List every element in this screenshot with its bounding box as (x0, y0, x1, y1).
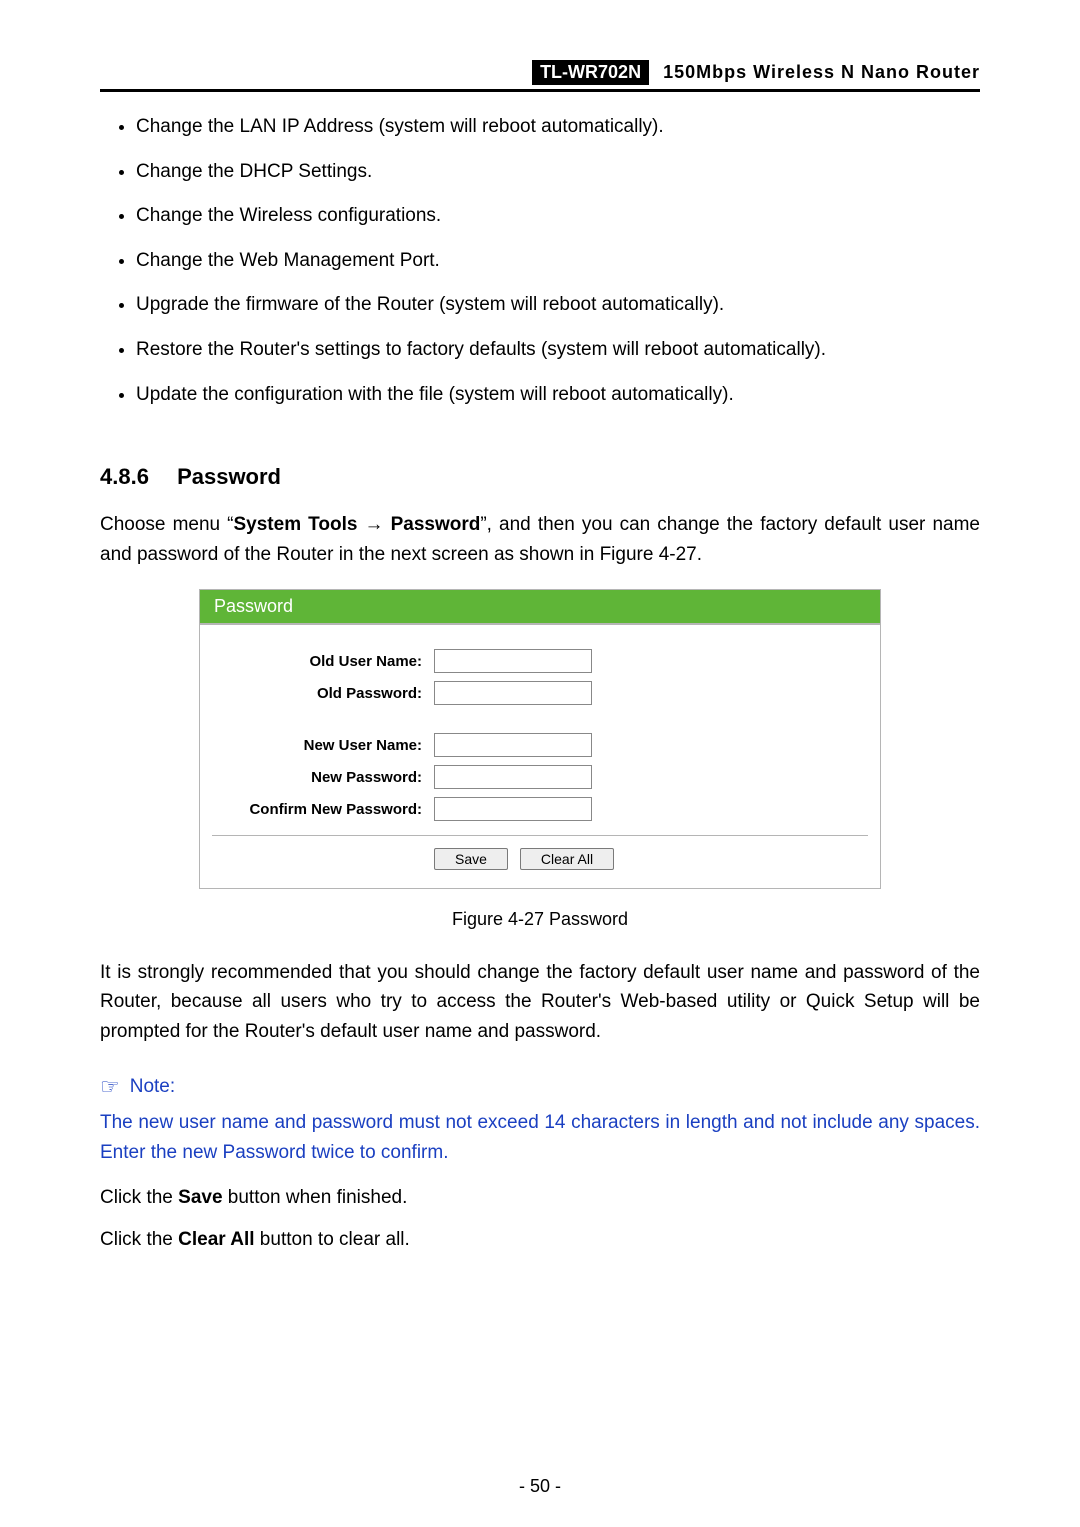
save-instruction: Click the Save button when finished. (100, 1183, 980, 1212)
clear-instruction: Click the Clear All button to clear all. (100, 1225, 980, 1254)
list-item: Update the configuration with the file (… (136, 382, 980, 409)
menu-password: Password (391, 514, 481, 535)
clear-all-word: Clear All (178, 1229, 254, 1250)
recommend-paragraph: It is strongly recommended that you shou… (100, 958, 980, 1046)
clear-all-button[interactable]: Clear All (520, 848, 614, 870)
password-panel: Password Old User Name: Old Password: Ne… (199, 589, 881, 889)
save-word: Save (178, 1187, 222, 1208)
list-item: Change the LAN IP Address (system will r… (136, 114, 980, 141)
list-item: Restore the Router's settings to factory… (136, 337, 980, 364)
note-heading: ☞ Note: (100, 1074, 980, 1100)
header-model: TL-WR702N (532, 60, 649, 85)
note-label: Note: (130, 1076, 175, 1098)
section-heading: 4.8.6 Password (100, 464, 980, 490)
list-item: Upgrade the firmware of the Router (syst… (136, 292, 980, 319)
note-body: The new user name and password must not … (100, 1108, 980, 1167)
arrow-icon: → (357, 514, 390, 535)
list-item: Change the DHCP Settings. (136, 159, 980, 186)
old-user-name-input[interactable] (434, 649, 592, 673)
page-header: TL-WR702N 150Mbps Wireless N Nano Router (100, 60, 980, 92)
list-item: Change the Web Management Port. (136, 248, 980, 275)
text-fragment: button to clear all. (255, 1229, 410, 1250)
section-number: 4.8.6 (100, 464, 149, 490)
label-old-user: Old User Name: (212, 653, 434, 670)
new-password-input[interactable] (434, 765, 592, 789)
figure-caption: Figure 4-27 Password (100, 909, 980, 930)
label-new-password: New Password: (212, 769, 434, 786)
confirm-password-input[interactable] (434, 797, 592, 821)
label-old-password: Old Password: (212, 685, 434, 702)
change-list: Change the LAN IP Address (system will r… (136, 114, 980, 426)
new-user-name-input[interactable] (434, 733, 592, 757)
text-fragment: Click the (100, 1187, 178, 1208)
page-number: - 50 - (100, 1436, 980, 1497)
label-confirm-password: Confirm New Password: (212, 801, 434, 818)
intro-prefix: Choose menu “ (100, 514, 234, 535)
list-item: Change the Wireless configurations. (136, 203, 980, 230)
header-title: 150Mbps Wireless N Nano Router (663, 62, 980, 83)
panel-title: Password (200, 590, 880, 625)
text-fragment: Click the (100, 1229, 178, 1250)
menu-system-tools: System Tools (234, 514, 358, 535)
save-button[interactable]: Save (434, 848, 508, 870)
hand-point-icon: ☞ (100, 1074, 120, 1100)
text-fragment: button when finished. (223, 1187, 408, 1208)
intro-paragraph: Choose menu “System Tools → Password”, a… (100, 510, 980, 569)
section-title: Password (177, 464, 281, 489)
label-new-user: New User Name: (212, 737, 434, 754)
old-password-input[interactable] (434, 681, 592, 705)
